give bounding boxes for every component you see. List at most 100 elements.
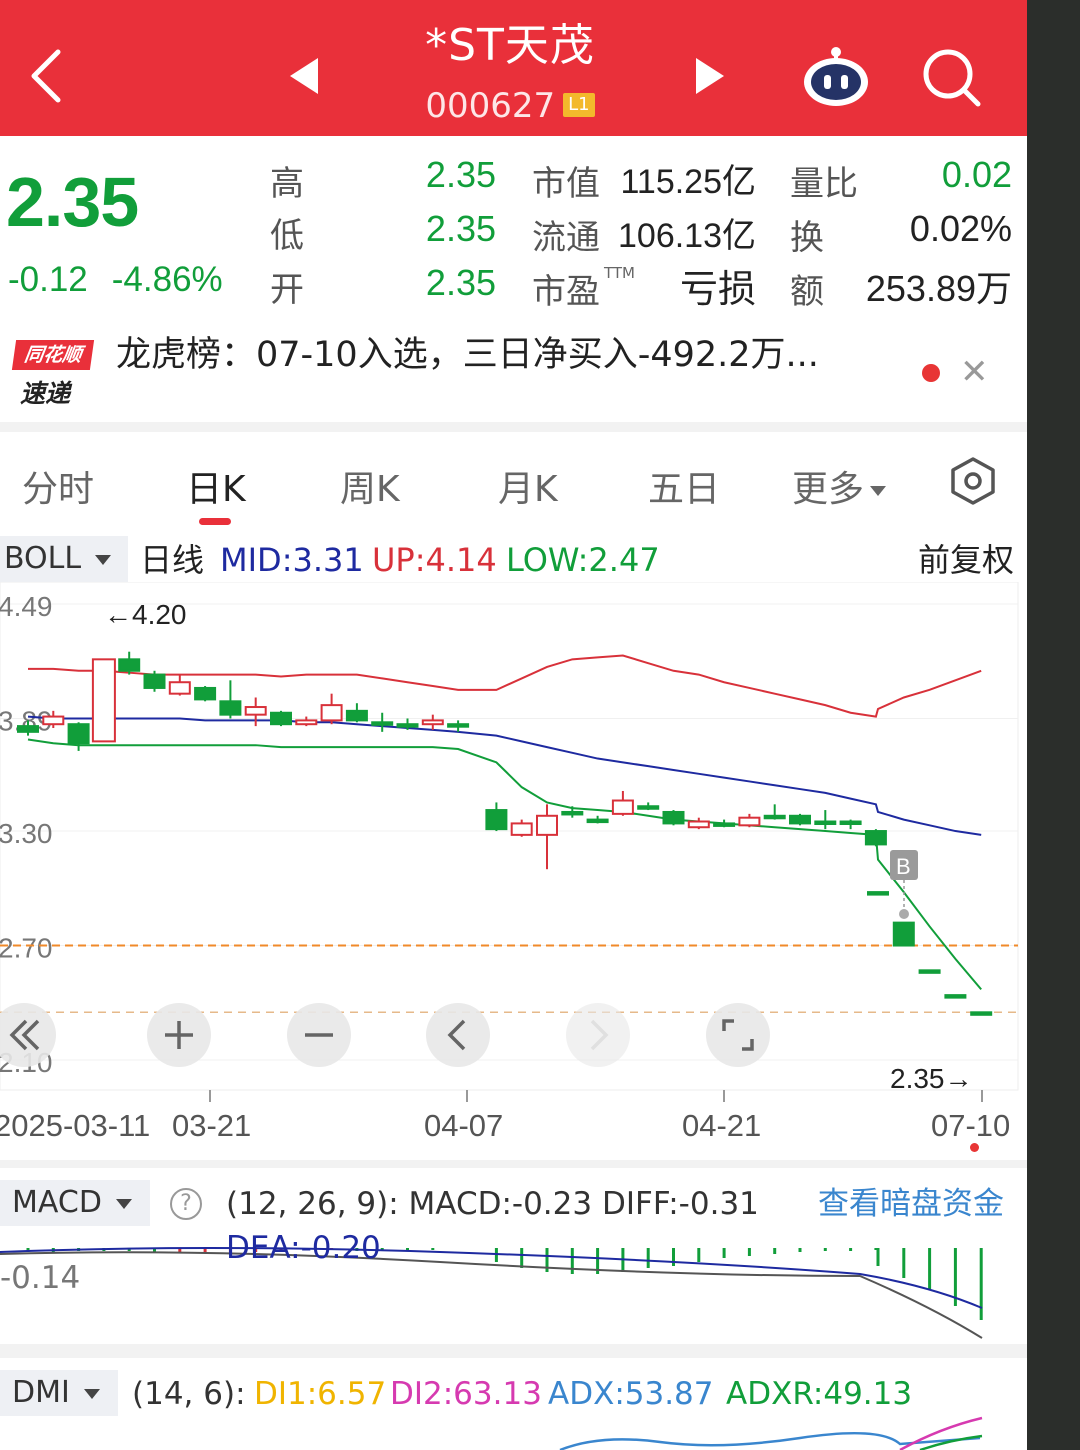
dmi-chart: [559, 1416, 983, 1450]
screen-edge: [1027, 0, 1080, 1450]
level-badge: L1: [563, 92, 595, 117]
candle-body: [892, 921, 915, 947]
candle-body: [320, 704, 343, 722]
candle-body: [421, 719, 444, 726]
zoom-in-button[interactable]: [147, 1003, 211, 1067]
adjust-mode[interactable]: 前复权: [918, 538, 1014, 582]
view-dark-pool-link[interactable]: 查看暗盘资金: [818, 1182, 1004, 1226]
section-divider: [0, 422, 1027, 432]
indicator-selector[interactable]: BOLL: [0, 536, 128, 582]
date-label-3: 04-07: [424, 1108, 504, 1143]
macd-params-text: (12, 26, 9):: [226, 1186, 399, 1222]
candle-body: [244, 706, 267, 716]
fullscreen-button[interactable]: [706, 1003, 770, 1067]
di2-value: DI2:63.13: [390, 1376, 542, 1412]
macd-params: (12, 26, 9): MACD:-0.23 DIFF:-0.31: [226, 1182, 759, 1226]
date-label-2: 03-21: [172, 1108, 252, 1143]
float-label: 流通: [532, 218, 600, 258]
candle-body: [789, 814, 811, 825]
section-divider: [0, 1344, 1027, 1358]
dropdown-caret-icon: [95, 554, 112, 565]
minus-icon: [305, 1033, 333, 1037]
candle-body: [67, 723, 90, 745]
adxr-value: ADXR:49.13: [726, 1376, 913, 1412]
candle-body: [918, 969, 941, 974]
news-text[interactable]: 龙虎榜：07-10入选，三日净买入-492.2万...: [116, 326, 819, 377]
low-label: 低: [270, 216, 304, 256]
stock-header: *ST天茂 000627 L1: [0, 0, 1027, 136]
y-tick-label: 2.70: [0, 933, 53, 964]
zoom-out-button[interactable]: [287, 1003, 351, 1067]
period-label: 日线: [140, 541, 205, 579]
amount-value: 253.89万: [865, 268, 1012, 309]
settings-hexagon-icon[interactable]: [948, 456, 998, 506]
y-tick-label: 3.30: [0, 818, 53, 849]
step-forward-button[interactable]: [566, 1003, 630, 1067]
candle-body: [194, 686, 217, 701]
unread-dot: [922, 364, 940, 382]
back-arrow-icon[interactable]: [22, 40, 72, 110]
tab-five-day[interactable]: 五日: [648, 460, 720, 512]
prev-stock-icon[interactable]: [288, 56, 322, 96]
double-chevron-left-icon: [9, 1019, 40, 1051]
macd-chart[interactable]: [0, 1226, 1027, 1346]
mktcap-label: 市值: [532, 164, 600, 204]
indicator-selector-label: BOLL: [4, 541, 82, 576]
dmi-selector[interactable]: DMI: [0, 1370, 118, 1416]
diff-line: [0, 1251, 983, 1339]
next-stock-icon[interactable]: [692, 56, 726, 96]
news-ticker[interactable]: 同花顺 速递 龙虎榜：07-10入选，三日净买入-492.2万...: [0, 326, 1027, 422]
help-icon[interactable]: ?: [170, 1188, 202, 1220]
scroll-left-button[interactable]: [0, 1003, 56, 1067]
boll-up: UP:4.14: [372, 541, 497, 579]
step-back-button[interactable]: [426, 1003, 490, 1067]
tab-weekly-k[interactable]: 周K: [340, 460, 400, 512]
macd-selector[interactable]: MACD: [0, 1180, 150, 1226]
tab-monthly-k[interactable]: 月K: [498, 460, 558, 512]
close-icon[interactable]: ✕: [960, 352, 989, 392]
dea-value: DEA:-0.20: [226, 1230, 381, 1266]
candle-body: [510, 822, 533, 836]
dmi-params: (14, 6):: [132, 1376, 246, 1412]
open-value: 2.35: [425, 262, 496, 303]
candle-body: [219, 700, 242, 716]
robot-assistant-icon[interactable]: [802, 44, 870, 108]
boll-mid: MID:3.31: [220, 541, 364, 579]
period-tabs: 分时 日K 周K 月K 五日 更多: [0, 432, 1027, 528]
chevron-down-icon: [870, 486, 887, 496]
change-amount: -0.12: [8, 260, 88, 299]
candle-body: [42, 715, 65, 726]
candle-body: [867, 891, 889, 896]
last-price-marker: 2.35→: [890, 1063, 973, 1094]
candle-body: [864, 830, 887, 846]
tab-more[interactable]: 更多: [792, 460, 887, 512]
news-logo-bottom: 速递: [20, 379, 71, 408]
chevron-right-icon: [590, 1019, 609, 1051]
buy-marker-dot: [899, 909, 909, 919]
high-label: 高: [270, 164, 304, 204]
current-price: 2.35: [6, 163, 139, 241]
candle-body: [763, 814, 786, 820]
tab-intraday[interactable]: 分时: [22, 460, 94, 512]
app-screen: *ST天茂 000627 L1 2.35 -0.12 -4.86% 高 低 开 2.…: [0, 0, 1027, 1450]
candle-body: [168, 681, 191, 695]
candle-body: [611, 799, 634, 815]
chevron-left-icon: [447, 1019, 466, 1051]
candle-body: [814, 820, 837, 826]
y-tick-label: 4.49: [0, 591, 53, 622]
change-percent: -4.86%: [111, 260, 223, 299]
candle-body: [687, 820, 710, 829]
stock-code: 000627: [425, 86, 556, 126]
candle-body: [143, 673, 166, 689]
stock-name: *ST天茂: [425, 20, 595, 71]
tab-daily-k[interactable]: 日K: [186, 460, 246, 512]
stock-code-row: 000627 L1: [340, 82, 680, 130]
active-tab-indicator: [199, 518, 231, 525]
candle-body: [17, 725, 39, 733]
turnover-label: 换: [790, 218, 824, 258]
search-icon[interactable]: [920, 46, 982, 108]
di1-value: DI1:6.57: [254, 1376, 387, 1412]
candle-body: [485, 809, 508, 831]
float-value: 106.13亿: [618, 217, 756, 255]
candle-body: [970, 1011, 993, 1016]
